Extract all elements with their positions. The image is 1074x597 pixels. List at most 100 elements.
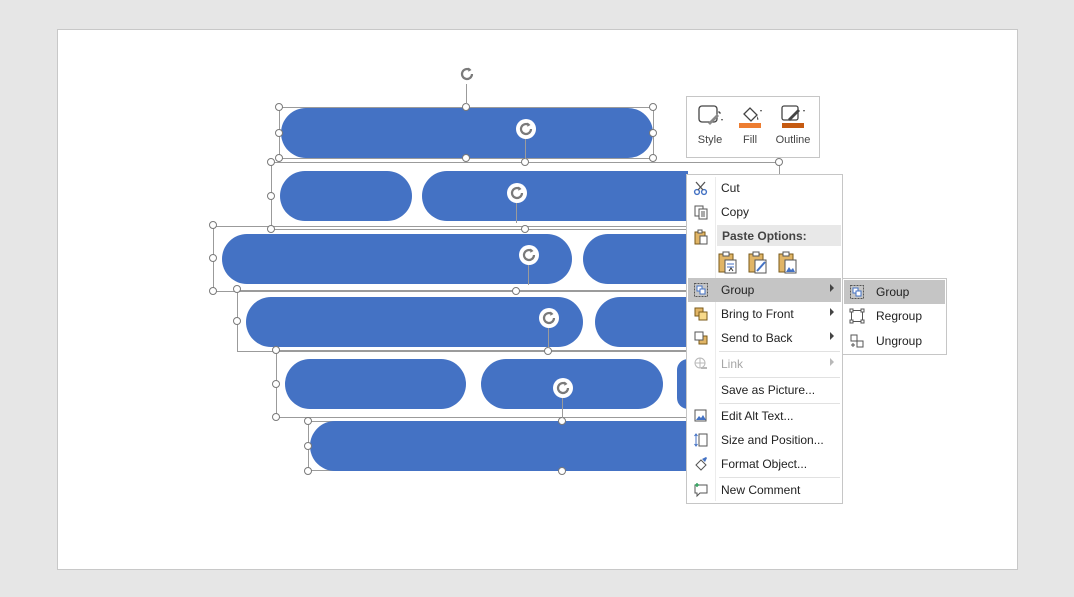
menu-item-link[interactable]: Link xyxy=(688,352,841,376)
paint-bucket-icon xyxy=(739,107,762,128)
resize-handle[interactable] xyxy=(558,417,566,425)
submenu-item-group[interactable]: Group xyxy=(844,280,945,304)
resize-handle[interactable] xyxy=(304,442,312,450)
pen-outline-icon xyxy=(781,105,805,128)
submenu-item-group-label: Group xyxy=(876,285,910,299)
rotate-handle-icon[interactable] xyxy=(515,118,537,140)
new-comment-icon xyxy=(694,483,708,498)
submenu-item-regroup[interactable]: Regroup xyxy=(844,304,945,328)
send-to-back-icon xyxy=(694,331,708,345)
menu-item-copy-label: Copy xyxy=(721,205,750,219)
menu-item-edit-alt-text[interactable]: Edit Alt Text... xyxy=(688,404,841,428)
rotation-stem xyxy=(525,137,526,159)
resize-handle[interactable] xyxy=(267,192,275,200)
resize-handle[interactable] xyxy=(275,129,283,137)
menu-item-edit-alt-text-label: Edit Alt Text... xyxy=(721,409,794,423)
resize-handle[interactable] xyxy=(544,347,552,355)
resize-handle[interactable] xyxy=(267,158,275,166)
resize-handle[interactable] xyxy=(272,380,280,388)
resize-handle[interactable] xyxy=(272,346,280,354)
resize-handle[interactable] xyxy=(267,225,275,233)
rounded-rectangle-shape[interactable] xyxy=(285,359,466,409)
ungroup-icon xyxy=(850,334,864,348)
group-objects-icon xyxy=(694,283,708,297)
style-label: Style xyxy=(697,134,723,146)
resize-handle[interactable] xyxy=(272,413,280,421)
menu-item-send-to-back-label: Send to Back xyxy=(721,331,793,345)
rotation-stem xyxy=(528,263,529,285)
fill-button[interactable]: Fill xyxy=(732,97,768,157)
rounded-rectangle-shape[interactable] xyxy=(583,234,688,284)
menu-item-bring-to-front-label: Bring to Front xyxy=(721,307,794,321)
resize-handle[interactable] xyxy=(649,129,657,137)
menu-item-size-and-position-label: Size and Position... xyxy=(721,433,824,447)
paste-icon xyxy=(694,229,708,245)
rounded-rectangle-shape[interactable] xyxy=(280,171,412,221)
paste-options-header: Paste Options: xyxy=(717,225,841,246)
context-menu: Cut Copy Paste Options: Group Bring to F… xyxy=(686,174,843,504)
rotate-handle-icon[interactable] xyxy=(506,182,528,204)
menu-item-send-to-back[interactable]: Send to Back xyxy=(688,326,841,350)
menu-item-new-comment-label: New Comment xyxy=(721,483,801,497)
group-submenu: Group Regroup Ungroup xyxy=(842,278,947,355)
rotate-handle-icon[interactable] xyxy=(456,63,478,85)
submenu-item-ungroup[interactable]: Ungroup xyxy=(844,329,945,353)
resize-handle[interactable] xyxy=(521,158,529,166)
paste-keep-text-only-icon[interactable] xyxy=(717,250,739,276)
bring-to-front-icon xyxy=(694,307,708,321)
menu-item-bring-to-front[interactable]: Bring to Front xyxy=(688,302,841,326)
fill-color-swatch xyxy=(739,123,761,128)
resize-handle[interactable] xyxy=(512,287,520,295)
resize-handle[interactable] xyxy=(462,103,470,111)
resize-handle[interactable] xyxy=(209,287,217,295)
resize-handle[interactable] xyxy=(304,467,312,475)
rotation-stem xyxy=(548,326,549,348)
paste-picture-icon[interactable] xyxy=(777,250,799,276)
menu-item-group[interactable]: Group xyxy=(688,278,841,302)
rounded-rectangle-shape[interactable] xyxy=(246,297,583,347)
submenu-arrow-icon xyxy=(830,358,834,366)
resize-handle[interactable] xyxy=(209,254,217,262)
group-icon xyxy=(850,285,864,299)
menu-item-format-object[interactable]: Format Object... xyxy=(688,452,841,476)
resize-handle[interactable] xyxy=(558,467,566,475)
rotation-stem xyxy=(562,396,563,418)
resize-handle[interactable] xyxy=(275,154,283,162)
resize-handle[interactable] xyxy=(233,285,241,293)
submenu-item-regroup-label: Regroup xyxy=(876,309,923,323)
menu-item-cut[interactable]: Cut xyxy=(688,176,841,200)
rounded-rectangle-shape[interactable] xyxy=(595,297,688,347)
rounded-rectangle-shape[interactable] xyxy=(281,108,653,158)
scissors-icon xyxy=(693,181,708,196)
rounded-rectangle-shape[interactable] xyxy=(310,421,688,471)
resize-handle[interactable] xyxy=(649,103,657,111)
resize-handle[interactable] xyxy=(209,221,217,229)
rotate-handle-icon[interactable] xyxy=(518,244,540,266)
resize-handle[interactable] xyxy=(233,317,241,325)
rounded-rectangle-shape[interactable] xyxy=(422,171,688,221)
resize-handle[interactable] xyxy=(521,225,529,233)
rotate-handle-icon[interactable] xyxy=(538,307,560,329)
outline-color-swatch xyxy=(782,123,804,128)
menu-item-save-as-picture[interactable]: Save as Picture... xyxy=(688,378,841,402)
resize-handle[interactable] xyxy=(649,154,657,162)
format-object-icon xyxy=(695,457,707,471)
menu-item-copy[interactable]: Copy xyxy=(688,200,841,224)
rotation-stem xyxy=(466,84,467,104)
alt-text-icon xyxy=(694,409,707,422)
resize-handle[interactable] xyxy=(304,417,312,425)
resize-handle[interactable] xyxy=(275,103,283,111)
resize-handle[interactable] xyxy=(462,154,470,162)
resize-handle[interactable] xyxy=(775,158,783,166)
menu-item-group-label: Group xyxy=(721,283,755,297)
outline-label: Outline xyxy=(775,134,811,146)
outline-button[interactable]: Outline xyxy=(771,97,815,157)
menu-item-save-as-picture-label: Save as Picture... xyxy=(721,383,816,397)
paste-use-destination-theme-icon[interactable] xyxy=(747,250,769,276)
rotate-handle-icon[interactable] xyxy=(552,377,574,399)
size-position-icon xyxy=(694,433,708,447)
style-button[interactable]: Style xyxy=(692,97,728,157)
menu-item-format-object-label: Format Object... xyxy=(721,457,808,471)
menu-item-size-and-position[interactable]: Size and Position... xyxy=(688,428,841,452)
menu-item-new-comment[interactable]: New Comment xyxy=(688,478,841,502)
